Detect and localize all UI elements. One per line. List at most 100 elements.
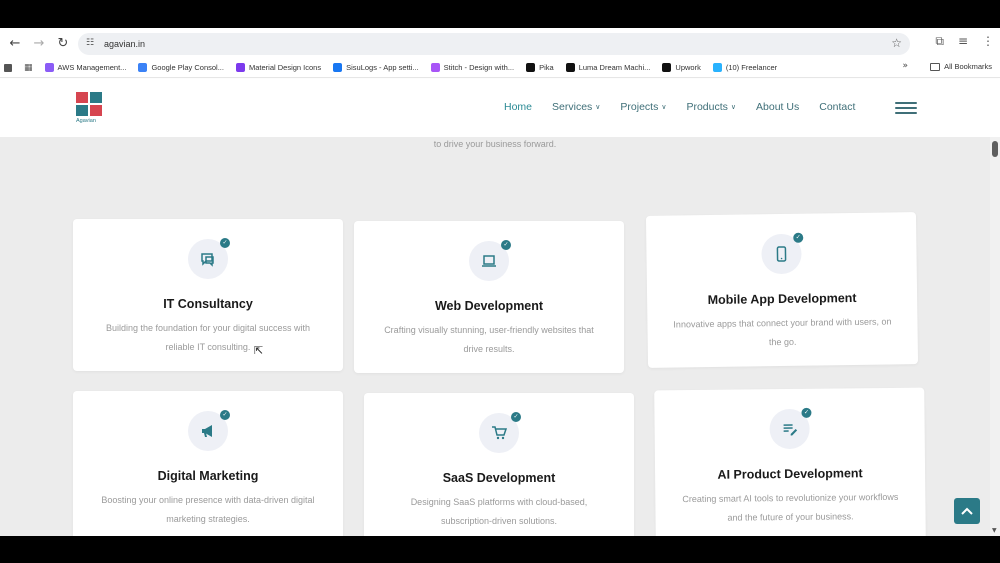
address-bar[interactable]: ☷ agavian.in ☆ (78, 33, 910, 55)
section-tagline: to drive your business forward. (433, 139, 557, 149)
service-card[interactable]: ✓ Web Development Crafting visually stunni… (354, 221, 624, 373)
profile-icon[interactable]: ≡ (958, 34, 968, 49)
service-card[interactable]: ✓ IT Consultancy Building the foundation f… (73, 219, 343, 371)
nav-item-label[interactable]: Projects (620, 101, 658, 113)
nav-item-label[interactable]: Home (504, 101, 532, 113)
bookmark-label[interactable]: Upwork (675, 63, 700, 72)
bookmark-item[interactable]: SisuLogs - App setti... (333, 63, 419, 72)
service-card[interactable]: ✓ Mobile App Development Innovative apps t… (645, 212, 919, 368)
scrollbar-thumb[interactable] (992, 141, 998, 157)
service-title: SaaS Development (442, 471, 556, 485)
all-bookmarks-label[interactable]: All Bookmarks (944, 62, 992, 71)
service-title: Mobile App Development (707, 290, 857, 308)
more-bookmarks-icon[interactable]: » (902, 61, 908, 71)
nav-item-label[interactable]: Contact (819, 101, 855, 113)
extensions-icon[interactable]: ⧉ (935, 34, 944, 49)
all-bookmarks[interactable]: All Bookmarks (930, 62, 992, 71)
browser-toolbar: ← → ↻ ☷ agavian.in ☆ ⧉ ≡ ⋮ (0, 28, 1000, 58)
bookmarks-bar: ▦ AWS Management... Google Play Consol...… (0, 58, 1000, 78)
laptop-icon: ✓ (469, 240, 511, 281)
chat-icon: ✓ (188, 238, 230, 279)
check-badge-icon: ✓ (501, 240, 511, 250)
services-section: to drive your business forward. ✓ IT Cons… (0, 137, 990, 536)
service-description: Crafting visually stunning, user-friendl… (384, 325, 594, 354)
bookmark-favicon-icon (138, 63, 148, 72)
chevron-down-icon[interactable]: ∨ (661, 103, 666, 111)
bookmark-item[interactable]: Material Design Icons (235, 63, 321, 72)
bookmark-item[interactable]: Stitch - Design with... (430, 63, 514, 72)
site-info-icon[interactable]: ☷ (86, 38, 98, 50)
nav-item-about-us[interactable]: About Us (756, 101, 799, 113)
bookmark-favicon-icon (235, 63, 245, 72)
bookmark-item[interactable]: Pika (526, 63, 554, 72)
check-badge-icon: ✓ (511, 412, 521, 422)
service-title: AI Product Development (717, 466, 863, 482)
bookmark-label[interactable]: Luma Dream Machi... (579, 63, 651, 72)
scroll-to-top-button[interactable] (954, 498, 980, 524)
tab-groups-icon[interactable]: ▦ (24, 63, 33, 73)
browser-window: ← → ↻ ☷ agavian.in ☆ ⧉ ≡ ⋮ ▦ AWS Managem… (0, 28, 1000, 536)
bookmark-item[interactable]: (10) Freelancer (712, 63, 777, 72)
logo-text: Agavian (76, 118, 96, 124)
bookmark-label[interactable]: (10) Freelancer (726, 63, 777, 72)
bookmark-favicon-icon (712, 63, 722, 72)
mobile-icon: ✓ (761, 232, 804, 275)
mouse-cursor: ⇱ (254, 344, 264, 357)
bookmark-label[interactable]: Stitch - Design with... (444, 63, 514, 72)
service-title: Web Development (434, 299, 544, 313)
bookmark-label[interactable]: AWS Management... (58, 63, 127, 72)
nav-item-products[interactable]: Products ∨ (686, 101, 736, 113)
bookmark-item[interactable]: Google Play Consol... (138, 63, 224, 72)
chevron-up-icon (961, 507, 973, 515)
bookmark-label[interactable]: Pika (539, 63, 554, 72)
nav-item-label[interactable]: About Us (756, 101, 799, 113)
logo-mark (76, 92, 102, 116)
bookmark-favicon-icon (333, 63, 343, 72)
service-card[interactable]: ✓ SaaS Development Designing SaaS platform… (364, 393, 634, 536)
bookmark-favicon-icon (430, 63, 440, 72)
bookmark-label[interactable]: Material Design Icons (249, 63, 321, 72)
site-header: Agavian Home Services ∨ Projects ∨ Products ∨ A… (0, 79, 1000, 137)
service-description: Designing SaaS platforms with cloud-base… (410, 497, 588, 526)
chevron-down-icon[interactable]: ∨ (595, 103, 600, 111)
service-title: Digital Marketing (157, 469, 259, 483)
chevron-down-icon[interactable]: ∨ (731, 103, 736, 111)
service-card[interactable]: ✓ Digital Marketing Boosting your online p… (73, 391, 343, 536)
bookmark-item[interactable]: Upwork (662, 63, 701, 72)
nav-item-services[interactable]: Services ∨ (552, 101, 600, 113)
forward-icon[interactable]: → (28, 32, 50, 54)
nav-item-contact[interactable]: Contact (819, 101, 855, 113)
service-title: IT Consultancy (163, 297, 253, 311)
cart-icon: ✓ (479, 412, 521, 453)
nav-item-home[interactable]: Home (504, 101, 532, 113)
bookmark-item[interactable]: Luma Dream Machi... (565, 63, 651, 72)
service-description: Building the foundation for your digital… (105, 323, 311, 352)
folder-icon (930, 62, 941, 71)
bookmark-label[interactable]: SisuLogs - App setti... (346, 63, 419, 72)
nav-item-label[interactable]: Services (552, 101, 592, 113)
nav-item-label[interactable]: Products (686, 101, 727, 113)
hamburger-menu-icon[interactable] (895, 102, 917, 114)
bookmark-label[interactable]: Google Play Consol... (151, 63, 224, 72)
edit-list-icon: ✓ (769, 407, 812, 450)
nav-item-projects[interactable]: Projects ∨ (620, 101, 666, 113)
check-badge-icon: ✓ (220, 410, 230, 420)
service-description: Creating smart AI tools to revolutionize… (682, 491, 899, 523)
bookmark-favicon-icon (565, 63, 575, 72)
bookmark-favicon-icon (44, 63, 54, 72)
bookmark-favicon-icon (662, 63, 672, 72)
check-badge-icon: ✓ (793, 232, 804, 243)
check-badge-icon: ✓ (801, 407, 812, 418)
bookmark-favicon-icon (526, 63, 536, 72)
menu-kebab-icon[interactable]: ⋮ (982, 34, 994, 49)
site-logo[interactable]: Agavian (76, 92, 104, 126)
scroll-down-icon[interactable]: ▼ (992, 527, 997, 534)
url-text[interactable]: agavian.in (104, 39, 145, 49)
service-card[interactable]: ✓ AI Product Development Creating smart AI… (654, 387, 926, 536)
bookmark-star-icon[interactable]: ☆ (891, 36, 902, 50)
page-scrollbar[interactable]: ▼ (990, 137, 1000, 536)
apps-icon[interactable] (4, 63, 12, 72)
back-icon[interactable]: ← (4, 32, 26, 54)
reload-icon[interactable]: ↻ (52, 32, 74, 54)
bookmark-item[interactable]: AWS Management... (44, 63, 127, 72)
